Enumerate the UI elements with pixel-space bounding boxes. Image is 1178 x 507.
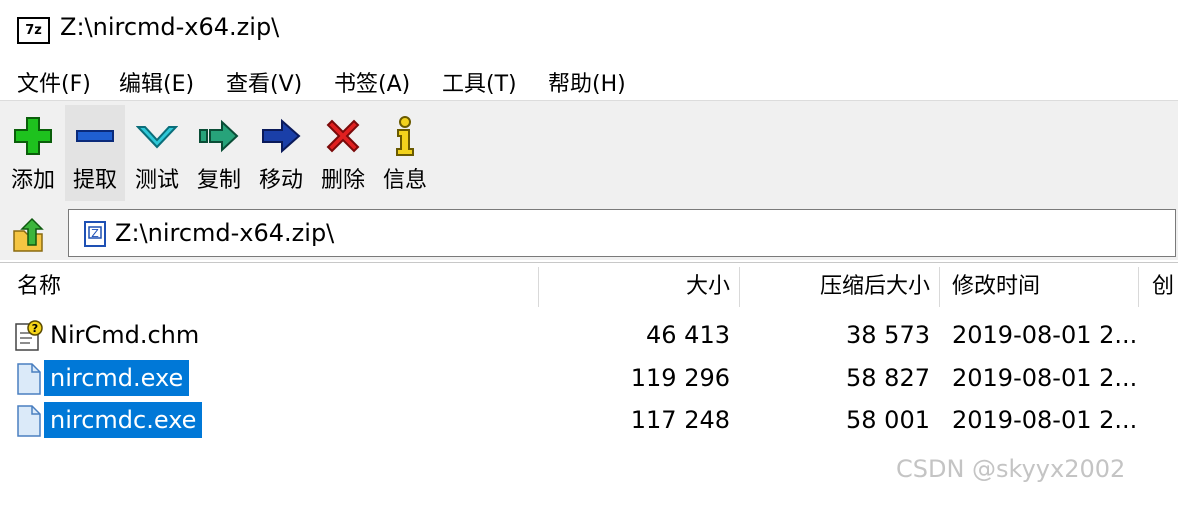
test-label: 测试 [134,168,179,193]
menu-tools[interactable]: 工具(T) [442,66,517,98]
copy-icon [199,119,239,153]
file-name: nircmdc.exe [44,402,203,438]
address-bar: Z Z:\nircmd-x64.zip\ [0,206,1178,260]
file-modified: 2019-08-01 2... [952,321,1138,349]
extract-icon [76,130,114,142]
watermark: CSDN @skyyx2002 [896,455,1126,483]
info-button[interactable]: 信息 [375,105,435,201]
test-button[interactable]: 测试 [127,105,187,201]
address-path: Z:\nircmd-x64.zip\ [115,219,335,247]
column-header-created[interactable]: 创 [1152,263,1174,307]
toolbar: 添加 提取 测试 复制 移动 删除 信息 [0,100,1178,208]
copy-button[interactable]: 复制 [189,105,249,201]
column-divider[interactable] [939,267,940,307]
file-name: nircmd.exe [44,360,190,396]
column-header-name[interactable]: 名称 [17,263,61,307]
file-packed-size: 58 827 [846,364,930,392]
extract-button[interactable]: 提取 [65,105,125,201]
folder-up-icon[interactable] [8,215,48,255]
move-button[interactable]: 移动 [251,105,311,201]
file-size: 119 296 [630,364,730,392]
move-label: 移动 [258,168,303,193]
menu-bookmarks[interactable]: 书签(A) [334,66,410,98]
file-icon [17,363,41,395]
file-row[interactable]: nircmd.exe 119 296 58 827 2019-08-01 2..… [0,356,1178,398]
zip-archive-icon: Z [84,221,106,247]
file-row[interactable]: nircmdc.exe 117 248 58 001 2019-08-01 2.… [0,398,1178,440]
info-icon [396,116,414,156]
add-button[interactable]: 添加 [3,105,63,201]
svg-text:?: ? [32,322,38,335]
menu-edit[interactable]: 编辑(E) [119,66,194,98]
column-divider[interactable] [1138,267,1139,307]
add-icon [14,117,52,155]
window-title: Z:\nircmd-x64.zip\ [60,13,280,41]
column-divider[interactable] [538,267,539,307]
file-row[interactable]: ? NirCmd.chm 46 413 38 573 2019-08-01 2.… [0,313,1178,355]
menu-view[interactable]: 查看(V) [226,66,302,98]
title-bar: 7z Z:\nircmd-x64.zip\ [0,0,1178,60]
column-header-modified[interactable]: 修改时间 [952,263,1040,307]
add-label: 添加 [10,168,55,193]
file-packed-size: 38 573 [846,321,930,349]
file-packed-size: 58 001 [846,406,930,434]
file-modified: 2019-08-01 2... [952,406,1138,434]
copy-label: 复制 [196,168,241,193]
file-icon [17,405,41,437]
extract-label: 提取 [72,168,117,193]
file-size: 117 248 [630,406,730,434]
menu-help[interactable]: 帮助(H) [548,66,626,98]
column-header-packed-size[interactable]: 压缩后大小 [740,263,930,307]
svg-text:Z: Z [91,227,99,240]
column-header-size[interactable]: 大小 [540,263,730,307]
app-logo-icon: 7z [17,17,50,44]
test-icon [136,126,178,149]
file-name: NirCmd.chm [50,321,200,349]
delete-label: 删除 [320,168,365,193]
help-file-icon: ? [15,320,43,351]
delete-icon [326,119,360,153]
menu-bar: 文件(F) 编辑(E) 查看(V) 书签(A) 工具(T) 帮助(H) [0,60,1178,100]
info-label: 信息 [382,168,427,193]
menu-file[interactable]: 文件(F) [17,66,91,98]
file-size: 46 413 [646,321,730,349]
move-icon [262,118,301,154]
address-input[interactable]: Z Z:\nircmd-x64.zip\ [68,209,1176,257]
delete-button[interactable]: 删除 [313,105,373,201]
file-modified: 2019-08-01 2... [952,364,1138,392]
